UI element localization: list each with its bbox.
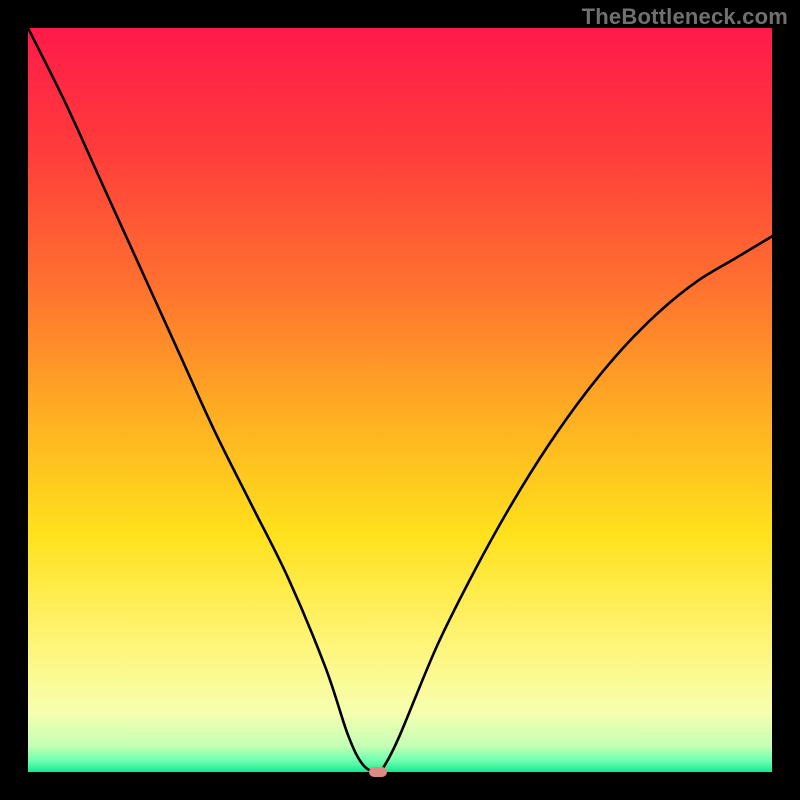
chart-frame: TheBottleneck.com [0,0,800,800]
bottleneck-curve [28,28,772,772]
plot-area [28,28,772,772]
watermark-text: TheBottleneck.com [582,4,788,30]
optimal-point-marker [369,767,387,777]
curve-layer [28,28,772,772]
